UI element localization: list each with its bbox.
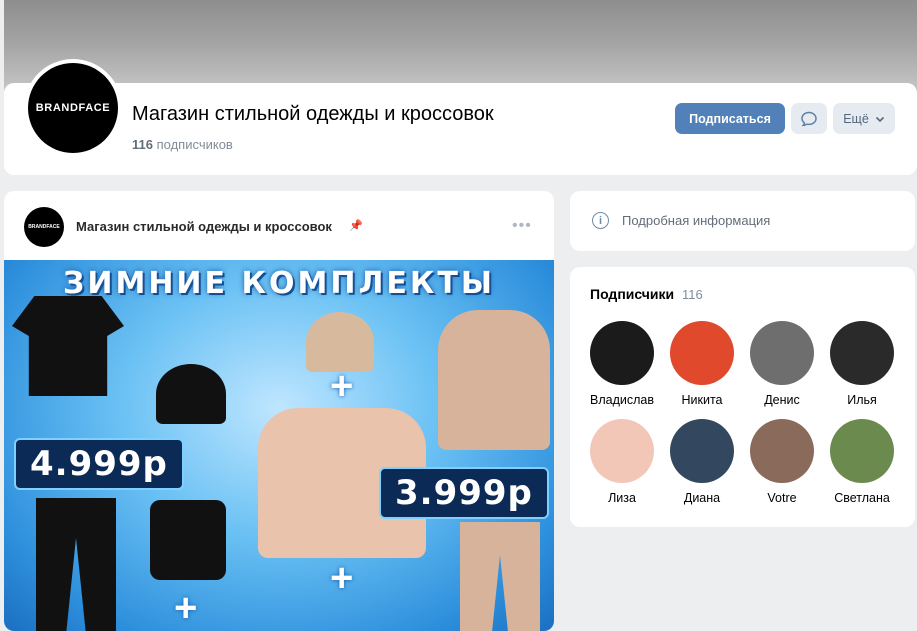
more-button[interactable]: Ещё — [833, 103, 895, 134]
subscriber-name[interactable]: Никита — [682, 393, 723, 407]
subscriber-item[interactable]: Никита — [662, 321, 742, 407]
subscriber-item[interactable]: Илья — [822, 321, 902, 407]
plus-icon: + — [330, 364, 354, 408]
price-left: 4.999р — [14, 438, 184, 490]
avatar[interactable] — [590, 419, 654, 483]
subscriber-item[interactable]: Votre — [742, 419, 822, 505]
post-menu-button[interactable]: ••• — [512, 217, 532, 235]
subscribers-card: Подписчики 116 Владислав Никита Денис Илья Л… — [570, 267, 915, 527]
subscribers-header-count: 116 — [682, 287, 703, 302]
tshirt-shape — [12, 296, 124, 396]
group-title: Магазин стильной одежды и кроссовок — [132, 103, 494, 125]
group-header: BRANDFACE Магазин стильной одежды и крос… — [4, 59, 917, 175]
more-label: Ещё — [843, 111, 869, 126]
info-link[interactable]: Подробная информация — [622, 213, 770, 228]
price-right: 3.999р — [379, 467, 549, 519]
beige-beanie-shape — [306, 312, 374, 372]
black-pants-shape — [36, 498, 116, 631]
avatar[interactable] — [830, 321, 894, 385]
message-button[interactable] — [791, 103, 827, 134]
subscribers-count[interactable]: 116 подписчиков — [132, 137, 233, 152]
cover-image — [4, 0, 917, 92]
subscriber-item[interactable]: Денис — [742, 321, 822, 407]
subscriber-name[interactable]: Votre — [767, 491, 796, 505]
subscriber-name[interactable]: Светлана — [834, 491, 890, 505]
subscriber-name[interactable]: Лиза — [608, 491, 636, 505]
jogger-shape — [460, 522, 540, 631]
subscriber-name[interactable]: Владислав — [590, 393, 654, 407]
info-card[interactable]: i Подробная информация — [570, 191, 915, 251]
hoodie-shape — [438, 310, 550, 450]
subscribers-label: подписчиков — [156, 137, 233, 152]
avatar[interactable] — [590, 321, 654, 385]
message-icon — [801, 111, 817, 126]
subscribers-title: Подписчики — [590, 286, 675, 302]
post-author-name[interactable]: Магазин стильной одежды и кроссовок — [76, 219, 332, 234]
chevron-down-icon — [875, 116, 884, 122]
post-image[interactable]: ЗИМНИЕ КОМПЛЕКТЫ + + + 4.999р 3.999р — [4, 260, 554, 631]
avatar[interactable] — [670, 321, 734, 385]
post-author-avatar[interactable]: BRANDFACE — [24, 207, 64, 247]
image-title: ЗИМНИЕ КОМПЛЕКТЫ — [63, 266, 495, 301]
avatar[interactable] — [830, 419, 894, 483]
post: BRANDFACE Магазин стильной одежды и крос… — [4, 191, 554, 631]
subscriber-name[interactable]: Денис — [764, 393, 800, 407]
info-icon: i — [592, 212, 609, 229]
subscriber-item[interactable]: Светлана — [822, 419, 902, 505]
group-logo: BRANDFACE — [28, 63, 118, 153]
subscriber-name[interactable]: Диана — [684, 491, 720, 505]
avatar[interactable] — [750, 321, 814, 385]
subscriber-name[interactable]: Илья — [847, 393, 877, 407]
pin-icon: 📌 — [349, 220, 363, 232]
group-avatar[interactable]: BRANDFACE — [24, 59, 122, 157]
bag-shape — [150, 500, 226, 580]
subscribers-header[interactable]: Подписчики 116 — [590, 286, 703, 302]
subscriber-item[interactable]: Диана — [662, 419, 742, 505]
subscriber-item[interactable]: Лиза — [582, 419, 662, 505]
avatar[interactable] — [750, 419, 814, 483]
subscribers-grid: Владислав Никита Денис Илья Лиза Диана Votre Св… — [582, 321, 912, 505]
black-beanie-shape — [156, 364, 226, 424]
avatar[interactable] — [670, 419, 734, 483]
plus-icon: + — [330, 556, 354, 600]
subscriber-item[interactable]: Владислав — [582, 321, 662, 407]
plus-icon: + — [174, 586, 198, 630]
subscribe-button[interactable]: Подписаться — [675, 103, 785, 134]
subscribers-number: 116 — [132, 137, 153, 152]
